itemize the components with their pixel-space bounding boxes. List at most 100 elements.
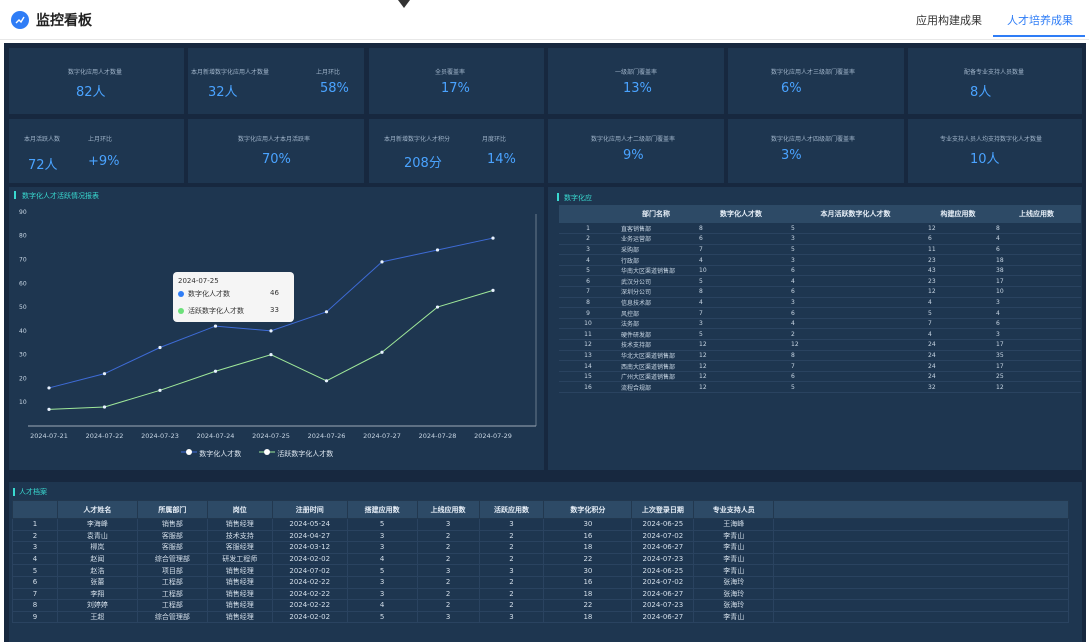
kpi-card: 数字化应用人才三级部门覆盖率 6% (728, 48, 904, 114)
column-header[interactable]: 部门名称 (617, 205, 695, 223)
table-cell: 15 (559, 371, 617, 383)
column-header[interactable]: 所属部门 (136, 500, 208, 519)
table-cell: 5 (695, 275, 787, 288)
table-cell: 销售经理 (206, 518, 273, 531)
column-header[interactable]: 上次登录日期 (631, 500, 695, 519)
series-point (102, 405, 107, 409)
table-row[interactable]: 7 李翔 工程部 销售经理 2024-02-22 3 2 2 18 2024-06-27 张海玲 (12, 587, 1069, 601)
kpi-card: 本月新增数字化应用人才数量 32人 上月环比 58% (188, 48, 364, 114)
tab-app-build-results[interactable]: 应用构建成果 (916, 12, 982, 28)
table-cell: 销售部 (136, 518, 208, 531)
kpi-value-secondary: 58% (320, 81, 349, 96)
table-cell: 2024-02-02 (271, 552, 348, 566)
table-cell: 25 (992, 371, 1081, 383)
table-cell: 8 (695, 223, 787, 235)
table-row[interactable]: 6 张蕾 工程部 销售经理 2024-02-22 3 2 2 16 2024-07-02 张海玲 (12, 575, 1069, 589)
table-cell: 赵浩 (56, 564, 138, 577)
table-cell: 工程部 (136, 575, 208, 589)
column-header[interactable]: 注册时间 (271, 500, 348, 519)
table-row[interactable]: 9 风控部 7 6 5 4 (559, 307, 1081, 319)
table-row[interactable]: 8 信息技术部 4 3 4 3 (559, 297, 1081, 309)
table-row[interactable]: 7 深圳分公司 8 6 12 10 (559, 286, 1081, 298)
tab-talent-results[interactable]: 人才培养成果 (1007, 12, 1073, 28)
column-header[interactable]: 构建应用数 (924, 205, 992, 223)
column-header[interactable] (12, 500, 58, 519)
department-table: 部门名称 数字化人才数 本月活跃数字化人才数 构建应用数 上线应用数 1 直客销售部 8 5 1… (559, 205, 1081, 393)
column-header[interactable]: 搭建应用数 (346, 500, 418, 519)
legend-line-icon (259, 449, 275, 455)
table-row[interactable]: 5 赵浩 项目部 销售经理 2024-07-02 5 3 3 30 2024-06-25 李青山 (12, 564, 1069, 577)
x-tick-label: 2024-07-27 (363, 432, 401, 440)
table-cell: 32 (924, 381, 992, 393)
table-row[interactable]: 9 王超 综合管理部 销售经理 2024-02-02 5 3 3 18 2024-06-27 李青山 (12, 610, 1069, 624)
kpi-card: 本月活跃人数 72人 上月环比 +9% (9, 119, 184, 183)
table-row[interactable]: 8 刘婷婷 工程部 销售经理 2024-02-22 4 2 2 22 2024-07-23 张海玲 (12, 599, 1069, 612)
table-cell: 11 (559, 328, 617, 341)
legend-line-icon (181, 449, 197, 455)
table-cell: 王海峰 (693, 518, 775, 531)
column-header[interactable]: 岗位 (206, 500, 273, 519)
kpi-value: 8人 (970, 85, 992, 100)
table-row[interactable]: 3 采购部 7 5 11 6 (559, 244, 1081, 256)
table-cell: 刘婷婷 (56, 599, 138, 612)
table-row[interactable]: 6 武汉分公司 5 4 23 17 (559, 275, 1081, 288)
column-header[interactable]: 数字化人才数 (695, 205, 787, 223)
legend-item[interactable]: 数字化人才数 (181, 448, 241, 459)
table-cell: 18 (543, 587, 633, 601)
table-cell: 1 (559, 223, 617, 235)
table-row[interactable]: 15 广州大区渠道销售部 12 6 24 25 (559, 371, 1081, 383)
legend-item[interactable]: 活跃数字化人才数 (259, 448, 333, 459)
table-cell: 16 (543, 529, 633, 543)
column-header[interactable]: 上线应用数 (416, 500, 480, 519)
table-cell: 3 (416, 564, 480, 577)
column-header[interactable] (559, 205, 617, 223)
table-row[interactable]: 3 柳岚 客服部 客服经理 2024-03-12 3 2 2 18 2024-06-27 李青山 (12, 541, 1069, 554)
table-cell: 18 (543, 610, 633, 624)
table-cell: 14 (559, 360, 617, 372)
table-cell: 5 (695, 328, 787, 341)
table-row[interactable]: 10 法务部 3 4 7 6 (559, 318, 1081, 330)
table-cell: 22 (543, 552, 633, 566)
table-row[interactable]: 5 华南大区渠道销售部 10 6 43 38 (559, 265, 1081, 277)
table-cell: 风控部 (617, 307, 695, 319)
table-row[interactable]: 12 技术支持部 12 12 24 17 (559, 339, 1081, 351)
tooltip-series-dot (178, 291, 184, 297)
line-chart: 10 20 30 40 50 60 70 80 90 2024-07-21 2024-07-22 20… (19, 209, 537, 440)
table-cell: 6 (559, 275, 617, 288)
table-row[interactable]: 1 直客销售部 8 5 12 8 (559, 223, 1081, 235)
table-cell: 2 (559, 233, 617, 245)
table-cell: 2 (12, 529, 58, 543)
column-header[interactable]: 专业支持人员 (693, 500, 775, 519)
table-row[interactable]: 2 袁青山 客服部 技术支持 2024-04-27 3 2 2 16 2024-07-02 李青山 (12, 529, 1069, 543)
column-header[interactable]: 本月活跃数字化人才数 (787, 205, 924, 223)
column-header[interactable]: 数字化积分 (543, 500, 633, 519)
table-cell: 17 (992, 275, 1081, 288)
table-cell: 3 (12, 541, 58, 554)
table-cell: 法务部 (617, 318, 695, 330)
x-tick-label: 2024-07-21 (30, 432, 68, 440)
table-cell: 4 (787, 318, 924, 330)
column-header[interactable]: 人才姓名 (56, 500, 138, 519)
table-cell: 李青山 (693, 610, 775, 624)
table-cell: 客服部 (136, 529, 208, 543)
table-cell: 3 (346, 541, 418, 554)
table-row[interactable]: 2 业务运营部 6 3 6 4 (559, 233, 1081, 245)
kpi-card: 数字化应用人才数量 82人 (9, 48, 184, 114)
table-row[interactable]: 13 华北大区渠道销售部 12 8 24 35 (559, 350, 1081, 362)
table-cell: 2024-06-25 (631, 518, 695, 531)
series-point (380, 350, 384, 354)
table-row[interactable]: 4 赵闻 综合管理部 研发工程师 2024-02-02 4 2 2 22 2024-07-23 李青… (12, 552, 1069, 566)
table-row[interactable]: 14 西南大区渠道销售部 12 7 24 17 (559, 360, 1081, 372)
table-row[interactable]: 16 流程合规部 12 5 32 12 (559, 381, 1081, 393)
table-cell: 2024-07-02 (271, 564, 348, 577)
column-header[interactable]: 活跃应用数 (478, 500, 545, 519)
table-row[interactable]: 4 行政部 4 3 23 18 (559, 254, 1081, 266)
table-cell: 硬件研发部 (617, 328, 695, 341)
table-cell: 2 (478, 529, 545, 543)
table-row[interactable]: 11 硬件研发部 5 2 4 3 (559, 328, 1081, 341)
column-header[interactable]: 上线应用数 (992, 205, 1081, 223)
table-cell: 深圳分公司 (617, 286, 695, 298)
table-row[interactable]: 1 李海峰 销售部 销售经理 2024-05-24 5 3 3 30 2024-06-25 王海峰 (12, 518, 1069, 531)
table-cell: 12 (695, 381, 787, 393)
table-cell: 4 (924, 328, 992, 341)
